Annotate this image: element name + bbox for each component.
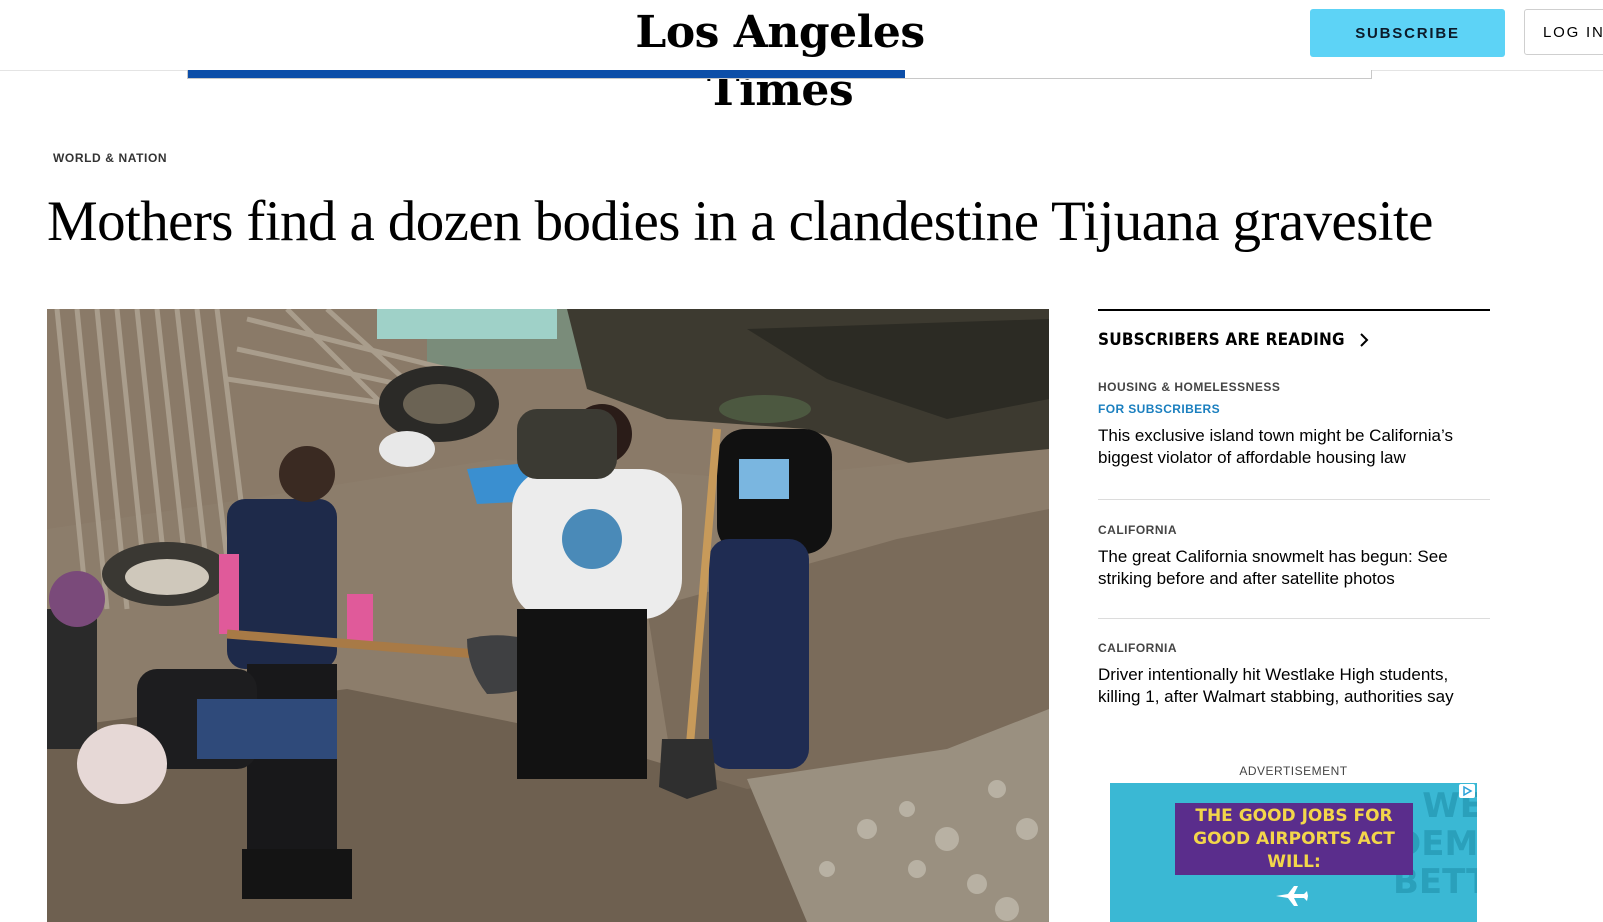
- sidebar-title-text: SUBSCRIBERS ARE READING: [1098, 330, 1345, 350]
- story-title[interactable]: The great California snowmelt has begun:…: [1098, 546, 1490, 590]
- section-label[interactable]: WORLD & NATION: [53, 151, 167, 165]
- hero-photo: [47, 309, 1049, 922]
- sidebar-story-2[interactable]: CALIFORNIA The great California snowmelt…: [1098, 523, 1490, 590]
- story-category[interactable]: CALIFORNIA: [1098, 641, 1490, 655]
- story-divider: [1098, 499, 1490, 500]
- advertisement-label: ADVERTISEMENT: [1239, 764, 1348, 778]
- reading-progress-bar: [187, 70, 1372, 79]
- story-category[interactable]: CALIFORNIA: [1098, 523, 1490, 537]
- sidebar-story-3[interactable]: CALIFORNIA Driver intentionally hit West…: [1098, 641, 1490, 708]
- story-category[interactable]: HOUSING & HOMELESSNESS: [1098, 380, 1490, 394]
- top-navigation-bar: Los Angeles Times SUBSCRIBE LOG IN: [0, 0, 1603, 116]
- story-title[interactable]: Driver intentionally hit Westlake High s…: [1098, 664, 1490, 708]
- article-headline: Mothers find a dozen bodies in a clandes…: [47, 190, 1433, 253]
- sidebar-top-rule: [1098, 309, 1490, 311]
- ad-headline: THE GOOD JOBS FOR GOOD AIRPORTS ACT WILL…: [1175, 803, 1413, 875]
- for-subscribers-tag: FOR SUBSCRIBERS: [1098, 402, 1221, 416]
- airplane-icon: [1274, 885, 1308, 912]
- ad-choices-icon[interactable]: [1459, 784, 1475, 798]
- login-button[interactable]: LOG IN: [1524, 9, 1603, 55]
- story-divider: [1098, 618, 1490, 619]
- sidebar-title-link[interactable]: SUBSCRIBERS ARE READING: [1098, 329, 1490, 351]
- sidebar-story-1[interactable]: HOUSING & HOMELESSNESS FOR SUBSCRIBERS T…: [1098, 380, 1490, 469]
- story-title[interactable]: This exclusive island town might be Cali…: [1098, 425, 1490, 469]
- advertisement-banner[interactable]: WE DEMA BETTE THE GOOD JOBS FOR GOOD AIR…: [1110, 783, 1477, 922]
- site-logo[interactable]: Los Angeles Times: [560, 4, 1000, 116]
- reading-progress-fill: [188, 70, 905, 78]
- subscribe-button[interactable]: SUBSCRIBE: [1310, 9, 1505, 57]
- chevron-right-icon: [1357, 332, 1371, 348]
- subscribers-reading-sidebar: SUBSCRIBERS ARE READING HOUSING & HOMELE…: [1098, 309, 1490, 706]
